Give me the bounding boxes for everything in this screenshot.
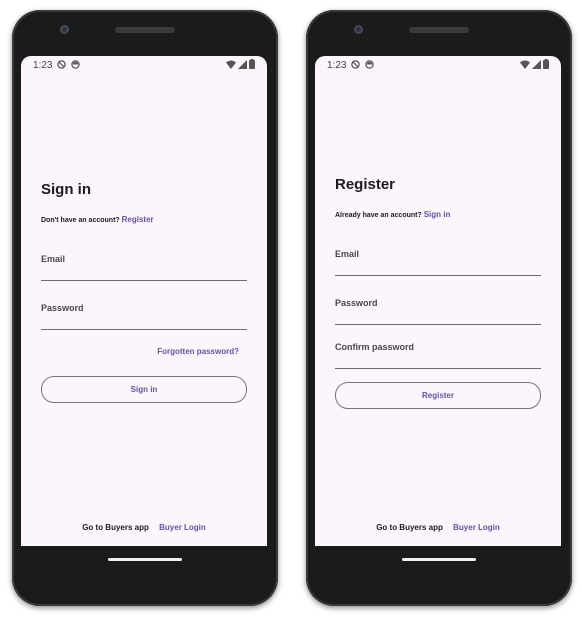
do-not-disturb-icon: [351, 59, 361, 71]
register-prompt-text: Don't have an account?: [41, 217, 120, 224]
sign-in-prompt-text: Already have an account?: [335, 212, 422, 219]
email-field[interactable]: Email: [335, 249, 541, 276]
wifi-icon: [226, 60, 236, 69]
status-bar: 1:23: [21, 56, 267, 74]
signal-icon: [238, 59, 247, 69]
home-indicator[interactable]: [402, 558, 476, 561]
phone-frame-signin: 1:23 Sign in Don't have an account? Regi…: [12, 10, 278, 606]
status-bar: 1:23: [315, 56, 561, 74]
front-camera: [354, 25, 363, 34]
system-icons: [520, 59, 549, 69]
page-title: Register: [335, 176, 396, 193]
register-prompt: Don't have an account? Register: [41, 215, 154, 224]
register-link[interactable]: Register: [122, 215, 154, 224]
earpiece-speaker: [409, 27, 469, 33]
password-field[interactable]: Password: [335, 298, 541, 325]
battery-icon: [543, 59, 549, 69]
do-not-disturb-icon: [57, 59, 67, 71]
status-time: 1:23: [327, 59, 347, 71]
footer-text: Go to Buyers app: [376, 523, 443, 532]
buyers-app-footer: Go to Buyers app Buyer Login: [315, 523, 561, 532]
password-label: Password: [41, 303, 84, 313]
sign-in-prompt: Already have an account? Sign in: [335, 210, 450, 219]
earpiece-speaker: [115, 27, 175, 33]
footer-text: Go to Buyers app: [82, 523, 149, 532]
status-time: 1:23: [33, 59, 53, 71]
email-label: Email: [335, 249, 360, 259]
phone-frame-register: 1:23 Register Already have an account? S…: [306, 10, 572, 606]
privacy-icon: [71, 59, 81, 71]
email-label: Email: [41, 254, 66, 264]
page-title: Sign in: [41, 181, 91, 198]
forgot-password-link[interactable]: Forgotten password?: [157, 347, 239, 356]
battery-icon: [249, 59, 255, 69]
home-indicator[interactable]: [108, 558, 182, 561]
sign-in-button[interactable]: Sign in: [41, 376, 247, 403]
buyers-app-footer: Go to Buyers app Buyer Login: [21, 523, 267, 532]
privacy-icon: [365, 59, 375, 71]
buyer-login-link[interactable]: Buyer Login: [453, 523, 500, 532]
signin-screen: 1:23 Sign in Don't have an account? Regi…: [21, 56, 267, 546]
register-screen: 1:23 Register Already have an account? S…: [315, 56, 561, 546]
confirm-password-field[interactable]: Confirm password: [335, 342, 541, 369]
register-button[interactable]: Register: [335, 382, 541, 409]
front-camera: [60, 25, 69, 34]
signal-icon: [532, 59, 541, 69]
system-icons: [226, 59, 255, 69]
password-label: Password: [335, 298, 378, 308]
buyer-login-link[interactable]: Buyer Login: [159, 523, 206, 532]
wifi-icon: [520, 60, 530, 69]
password-field[interactable]: Password: [41, 303, 247, 330]
email-field[interactable]: Email: [41, 254, 247, 281]
confirm-password-label: Confirm password: [335, 342, 415, 352]
sign-in-link[interactable]: Sign in: [424, 210, 451, 219]
